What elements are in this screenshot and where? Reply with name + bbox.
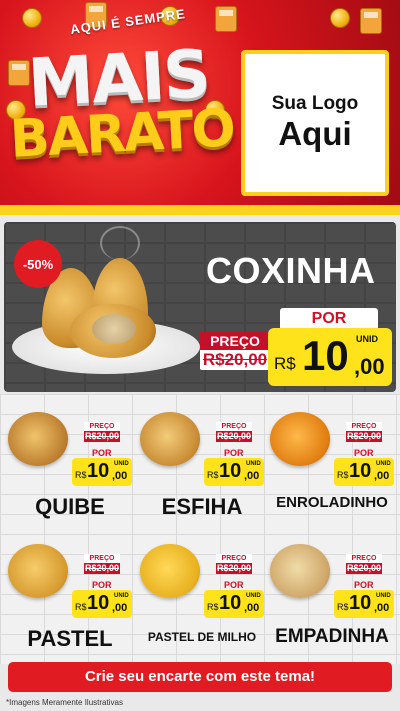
por-label: POR (92, 580, 112, 590)
price-tag: R$ 10 UNID ,00 (334, 590, 394, 618)
title-barato: BARATO (8, 98, 236, 170)
old-price: R$20,00 (84, 431, 120, 442)
disclaimer: *Imagens Meramente Ilustrativas (6, 698, 123, 707)
product-name: ESFIHA (161, 494, 243, 519)
price-decimal: ,00 (244, 602, 260, 614)
old-price-tag: PREÇO R$20,00 (346, 554, 382, 574)
product-card-pastel-de-milho[interactable]: PREÇO R$20,00 POR R$ 10 UNID ,00 PASTEL … (136, 530, 268, 658)
currency: R$ (337, 470, 349, 480)
product-card-quibe[interactable]: PREÇO R$20,00 POR R$ 10 UNID ,00 QUIBE (4, 398, 136, 526)
logo-text-line2: Aqui (278, 115, 352, 152)
unit-label: UNID (246, 593, 261, 599)
currency: R$ (207, 470, 219, 480)
currency: R$ (207, 602, 219, 612)
discount-badge: -50% (14, 240, 62, 288)
price-decimal: ,00 (112, 470, 128, 482)
currency: R$ (75, 470, 87, 480)
price-tag: R$ 10 UNID ,00 (268, 328, 392, 386)
unit-label: UNID (376, 461, 391, 467)
currency: R$ (337, 602, 349, 612)
unit-label: UNID (376, 593, 391, 599)
product-card-esfiha[interactable]: PREÇO R$20,00 POR R$ 10 UNID ,00 ESFIHA (136, 398, 268, 526)
coin-icon (22, 8, 42, 28)
currency: R$ (274, 354, 296, 373)
por-label: POR (92, 448, 112, 458)
price-decimal: ,00 (374, 602, 390, 614)
featured-product-card[interactable]: -50% COXINHA PREÇO R$20,00 POR R$ 10 UNI… (4, 222, 396, 392)
currency: R$ (75, 602, 87, 612)
featured-product-name: COXINHA (206, 250, 376, 291)
quibe-image (8, 412, 68, 466)
unit-label: UNID (246, 461, 261, 467)
coin-icon (330, 8, 350, 28)
pastel-image (8, 544, 68, 598)
unit-label: UNID (356, 334, 378, 344)
product-card-pastel[interactable]: PREÇO R$20,00 POR R$ 10 UNID ,00 PASTEL (4, 530, 136, 658)
header-banner: AQUI É SEMPRE MAIS BARATO Sua Logo Aqui (0, 0, 400, 215)
preco-label: PREÇO (84, 422, 120, 431)
coxinha-image (70, 304, 156, 358)
price-integer: 10 (87, 592, 110, 614)
preco-label: PREÇO (200, 332, 270, 350)
empadinha-image (270, 544, 330, 598)
price-tag: R$ 10 UNID ,00 (72, 590, 132, 618)
old-price: R$20,00 (84, 563, 120, 574)
price-decimal: ,00 (354, 354, 385, 379)
price-decimal: ,00 (244, 470, 260, 482)
price-decimal: ,00 (374, 470, 390, 482)
price-tag: R$ 10 UNID ,00 (72, 458, 132, 486)
price-integer: 10 (302, 332, 349, 379)
price-decimal: ,00 (112, 602, 128, 614)
old-price-tag: PREÇO R$20,00 (216, 422, 252, 442)
calculator-icon (360, 8, 382, 34)
preco-label: PREÇO (346, 554, 382, 563)
old-price-tag: PREÇO R$20,00 (216, 554, 252, 574)
product-name: QUIBE (35, 494, 105, 519)
header-divider (0, 205, 400, 215)
old-price: R$20,00 (346, 431, 382, 442)
calculator-icon (215, 6, 237, 32)
old-price: R$20,00 (216, 563, 252, 574)
product-name: PASTEL (27, 626, 113, 651)
por-label: POR (354, 580, 374, 590)
old-price: R$20,00 (216, 431, 252, 442)
pastel-de-milho-image (140, 544, 200, 598)
old-price-tag: PREÇO R$20,00 (346, 422, 382, 442)
old-price: R$20,00 (346, 563, 382, 574)
preco-label: PREÇO (216, 422, 252, 431)
preco-label: PREÇO (216, 554, 252, 563)
price-tag: R$ 10 UNID ,00 (334, 458, 394, 486)
old-price: R$20,00 (202, 350, 268, 369)
unit-label: UNID (114, 461, 129, 467)
product-name: ENROLADINHO (276, 494, 388, 511)
price-integer: 10 (349, 460, 372, 482)
create-flyer-button[interactable]: Crie seu encarte com este tema! (8, 662, 392, 692)
old-price-tag: PREÇO R$20,00 (200, 332, 270, 370)
preco-label: PREÇO (84, 554, 120, 563)
por-label: POR (224, 580, 244, 590)
price-integer: 10 (87, 460, 110, 482)
esfiha-image (140, 412, 200, 466)
old-price-tag: PREÇO R$20,00 (84, 422, 120, 442)
price-integer: 10 (219, 592, 242, 614)
slogan-arc: AQUI É SEMPRE (69, 5, 187, 38)
preco-label: PREÇO (346, 422, 382, 431)
product-name: PASTEL DE MILHO (147, 630, 257, 644)
por-label: POR (280, 308, 378, 330)
price-tag: R$ 10 UNID ,00 (204, 590, 264, 618)
old-price-tag: PREÇO R$20,00 (84, 554, 120, 574)
steam-icon (100, 226, 140, 260)
product-card-empadinha[interactable]: PREÇO R$20,00 POR R$ 10 UNID ,00 EMPADIN… (266, 530, 398, 658)
logo-text-line1: Sua Logo (271, 93, 359, 114)
enroladinho-image (270, 412, 330, 466)
por-label: POR (224, 448, 244, 458)
price-tag: R$ 10 UNID ,00 (204, 458, 264, 486)
por-label: POR (354, 448, 374, 458)
price-integer: 10 (349, 592, 372, 614)
product-name: EMPADINHA (275, 626, 389, 647)
price-integer: 10 (219, 460, 242, 482)
product-card-enroladinho[interactable]: PREÇO R$20,00 POR R$ 10 UNID ,00 ENROLAD… (266, 398, 398, 526)
logo-placeholder[interactable]: Sua Logo Aqui (241, 50, 389, 196)
unit-label: UNID (114, 593, 129, 599)
